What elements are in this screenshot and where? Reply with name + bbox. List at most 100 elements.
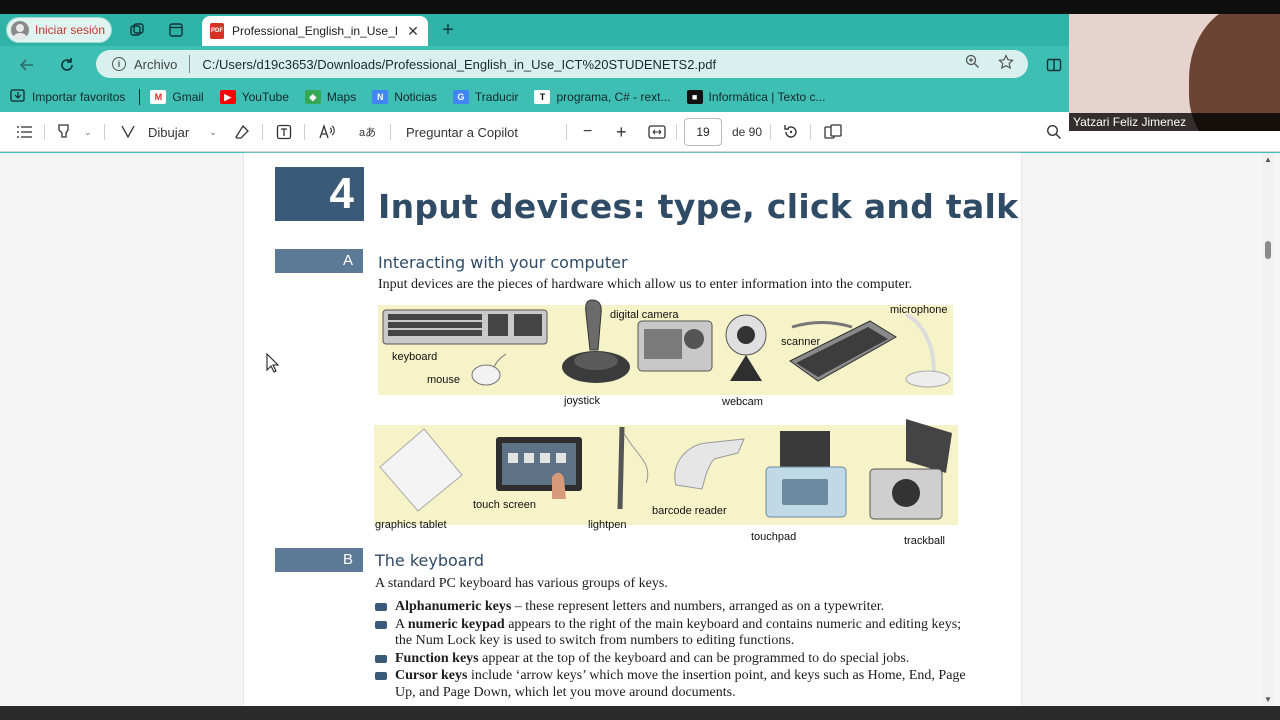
list-item: Alphanumeric keys – these represent lett… — [375, 599, 975, 616]
bookmark-youtube[interactable]: ▶ YouTube — [219, 90, 289, 104]
avatar — [11, 21, 29, 39]
scroll-down-icon[interactable]: ▼ — [1262, 695, 1274, 704]
contents-icon[interactable] — [16, 123, 33, 141]
fit-page-icon[interactable] — [648, 123, 666, 141]
profile-label: Iniciar sesión — [35, 23, 106, 37]
copilot-button[interactable]: Preguntar a Copilot — [406, 123, 518, 141]
highlight-button[interactable]: ⌄ — [56, 123, 92, 141]
webcam-image — [725, 314, 767, 381]
translate-text-icon[interactable]: aあ — [358, 123, 378, 141]
bullet-prefix: A — [395, 616, 408, 632]
pdf-viewer[interactable]: 4 Input devices: type, click and talk! A… — [0, 153, 1280, 706]
profile-button[interactable]: Iniciar sesión — [6, 17, 112, 43]
label-keyboard: keyboard — [392, 351, 438, 363]
copilot-label: Preguntar a Copilot — [406, 124, 519, 140]
address-separator — [189, 55, 191, 73]
new-tab-button[interactable]: + — [438, 19, 458, 42]
t-icon: T — [534, 90, 551, 104]
label-webcam: webcam — [722, 396, 763, 408]
bookmark-label: Informática | Texto c... — [708, 90, 826, 104]
label-microphone: microphone — [890, 304, 948, 316]
info-icon[interactable]: i — [112, 57, 126, 71]
page-view-icon[interactable] — [824, 123, 842, 141]
eraser-icon[interactable] — [234, 123, 250, 141]
mouse-cursor-icon — [266, 353, 280, 373]
barcode-reader-image — [674, 438, 745, 490]
toolbar-separator — [676, 124, 677, 140]
draw-button[interactable]: Dibujar ⌄ — [120, 123, 217, 141]
bookmark-label: Maps — [326, 90, 357, 104]
search-icon[interactable] — [1046, 123, 1062, 141]
list-item: Cursor keys include ‘arrow keys’ which m… — [375, 668, 975, 701]
scroll-up-icon[interactable]: ▲ — [1262, 155, 1274, 164]
label-mouse: mouse — [427, 374, 461, 386]
tab-actions-icon[interactable] — [167, 21, 185, 39]
bookmark-maps[interactable]: ◆ Maps — [304, 90, 357, 104]
zoom-icon[interactable] — [965, 54, 980, 74]
label-barcode-reader: barcode reader — [652, 505, 727, 517]
url-text[interactable]: C:/Users/d19c3653/Downloads/Professional… — [202, 57, 965, 72]
bookmark-programa[interactable]: T programa, C# - rext... — [534, 90, 671, 104]
split-screen-icon[interactable] — [1043, 54, 1065, 76]
list-item: Function keys appear at the top of the k… — [375, 651, 975, 668]
workspaces-icon[interactable] — [128, 21, 146, 39]
bookmark-translate[interactable]: G Traducir — [452, 90, 519, 104]
bullet-term: numeric keypad — [407, 616, 505, 632]
toolbar-separator — [304, 124, 305, 140]
label-touchpad: touchpad — [751, 531, 797, 543]
label-joystick: joystick — [564, 395, 601, 407]
toolbar-separator — [810, 124, 811, 140]
label-digital-camera: digital camera — [610, 309, 679, 321]
refresh-icon[interactable] — [56, 54, 78, 76]
bookmark-label: Traducir — [474, 90, 519, 104]
bookmark-label: Gmail — [172, 90, 204, 104]
back-icon[interactable] — [16, 54, 38, 76]
screen: Iniciar sesión PDF Professional_English_… — [0, 0, 1280, 720]
touchpad-image — [765, 431, 847, 518]
label-trackball: trackball — [904, 535, 945, 547]
address-bar[interactable]: i Archivo C:/Users/d19c3653/Downloads/Pr… — [96, 50, 1028, 78]
tab-title: Professional_English_in_Use_ICT S — [232, 24, 398, 38]
bullet-text: include ‘arrow keys’ which move the inse… — [395, 668, 966, 700]
label-touch-screen: touch screen — [473, 499, 536, 511]
news-icon: N — [372, 90, 389, 104]
bookmark-import[interactable]: Importar favoritos — [10, 88, 125, 106]
section-a-marker: A — [275, 249, 363, 273]
vertical-scrollbar[interactable]: ▲ ▼ — [1262, 153, 1274, 706]
list-item: A numeric keypad appears to the right of… — [375, 617, 975, 650]
toolbar-separator — [390, 124, 391, 140]
mouse-image — [471, 353, 507, 386]
page-number-input[interactable]: 19 — [684, 118, 722, 146]
text-box-icon[interactable] — [276, 123, 292, 141]
rotate-icon[interactable] — [782, 123, 800, 141]
file-scheme-label: Archivo — [134, 56, 178, 72]
section-a-title: Interacting with your computer — [378, 253, 628, 272]
bookmark-gmail[interactable]: M Gmail — [150, 90, 204, 104]
draw-label: Dibujar — [148, 124, 190, 140]
bookmark-informatica[interactable]: ■ Informática | Texto c... — [686, 90, 826, 104]
tab-pdf[interactable]: PDF Professional_English_in_Use_ICT S ✕ — [202, 16, 428, 46]
pdf-page: 4 Input devices: type, click and talk! A… — [244, 153, 1021, 706]
svg-text:aあ: aあ — [359, 126, 376, 139]
digital-camera-image — [637, 320, 713, 372]
bookmark-separator — [139, 89, 141, 105]
graphics-tablet-image — [379, 428, 463, 512]
chevron-down-icon: ⌄ — [84, 126, 92, 137]
pen-icon — [120, 123, 136, 142]
bullet-text: – these represent letters and numbers, a… — [511, 599, 885, 614]
bookmark-news[interactable]: N Noticias — [372, 90, 437, 104]
zoom-in-button[interactable]: + — [616, 122, 627, 142]
highlighter-icon — [56, 123, 72, 142]
webcam-overlay: Yatzari Feliz Jimenez — [1069, 14, 1280, 131]
trackball-image — [869, 419, 952, 520]
scroll-thumb[interactable] — [1265, 241, 1271, 259]
favorite-star-icon[interactable] — [998, 54, 1014, 74]
lightpen-image — [617, 426, 649, 510]
translate-icon: G — [452, 90, 469, 104]
close-tab-icon[interactable]: ✕ — [406, 23, 420, 40]
zoom-out-button[interactable]: − — [583, 123, 592, 141]
toolbar-separator — [770, 124, 771, 140]
unit-title: Input devices: type, click and talk! — [378, 187, 1021, 226]
bookmark-label: YouTube — [241, 90, 289, 104]
read-aloud-icon[interactable] — [318, 123, 336, 141]
